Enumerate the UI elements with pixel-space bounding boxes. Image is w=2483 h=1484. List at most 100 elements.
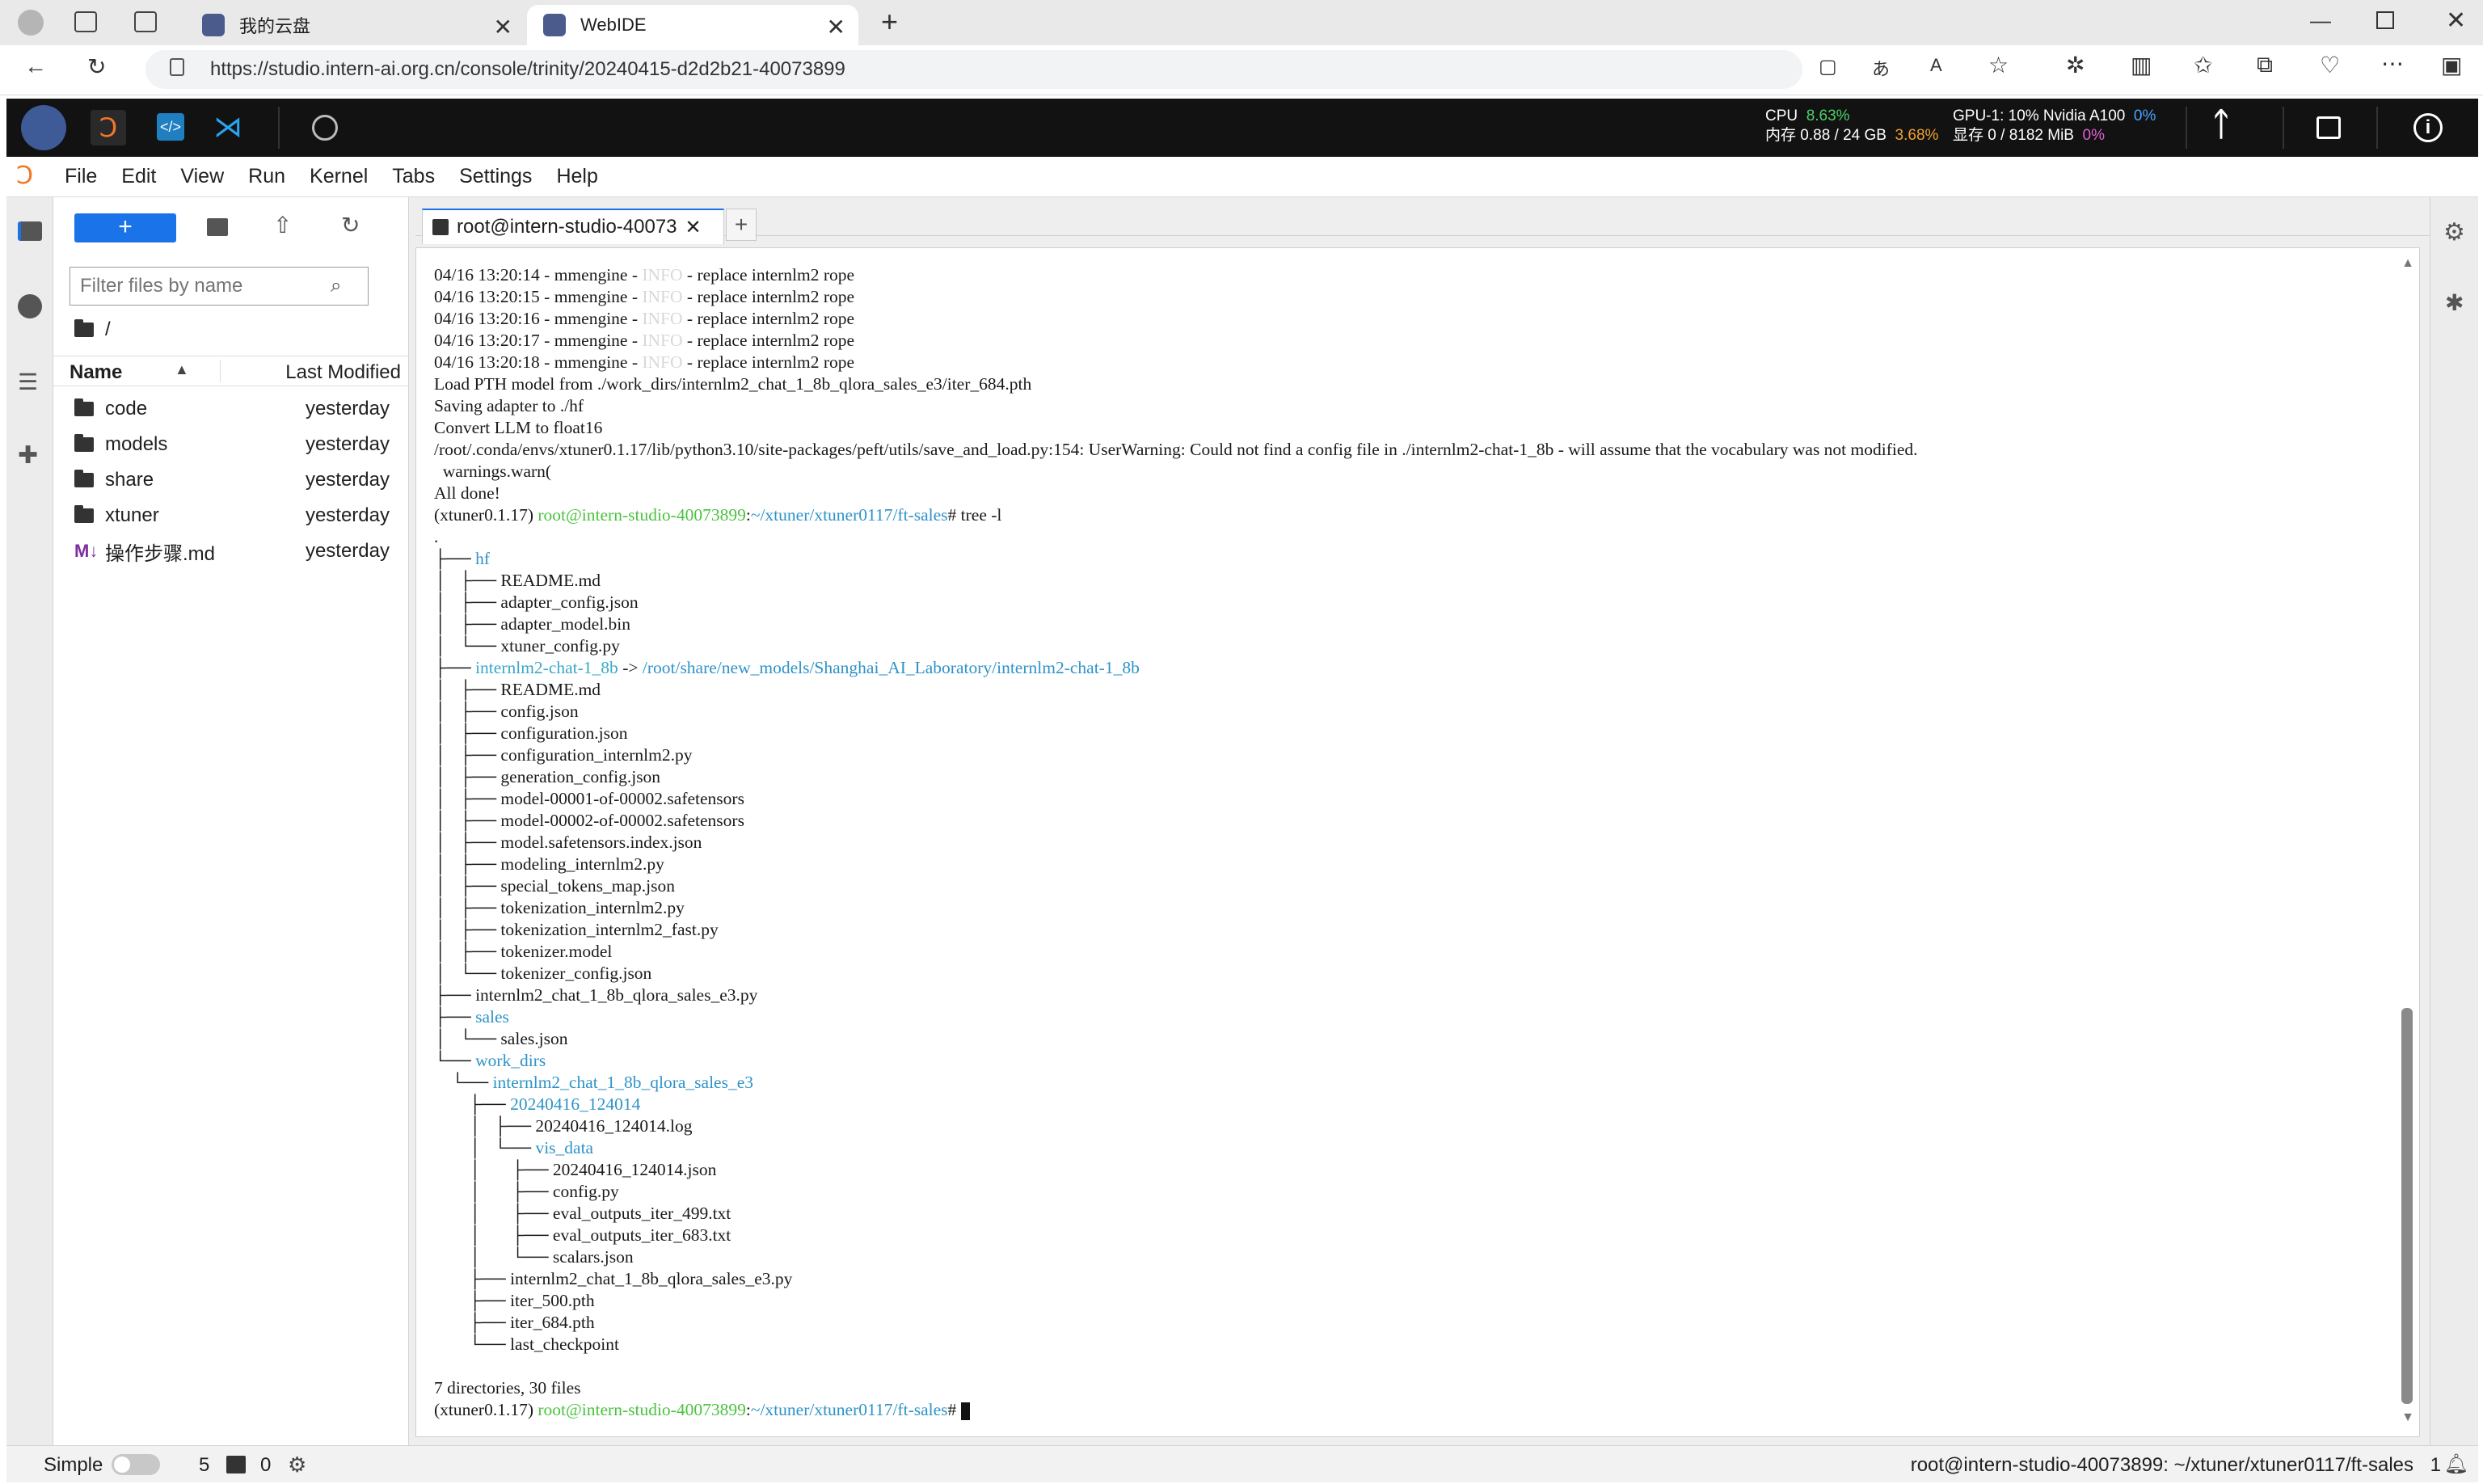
new-tab-button[interactable]: + (881, 5, 898, 39)
tensorflow-icon[interactable]: ᛏ (2211, 107, 2231, 143)
refresh-icon[interactable]: ↻ (341, 212, 360, 238)
scroll-up-icon[interactable]: ▲ (2401, 256, 2414, 271)
terminal-text-segment: ~/xtuner/xtuner0117/ft-sales (750, 505, 948, 525)
menu-help[interactable]: Help (556, 165, 597, 188)
terminal-line: │ ├── 20240416_124014.json (434, 1159, 1918, 1181)
terminal-text-segment: root@intern-studio-40073899 (537, 1400, 746, 1419)
terminal-text-segment: hf (475, 549, 490, 568)
collections-icon[interactable]: ⧉ (2257, 52, 2273, 78)
terminal-text-segment: - replace internlm2 rope (682, 331, 855, 350)
translate-icon[interactable]: あ (1872, 55, 1890, 81)
menu-edit[interactable]: Edit (121, 165, 156, 188)
folder-icon[interactable] (74, 319, 94, 337)
sidebar-toggle-icon[interactable]: ▣ (2441, 52, 2462, 78)
more-icon[interactable]: ⋯ (2381, 50, 2404, 77)
close-tab-icon[interactable]: ✕ (494, 14, 512, 40)
tab-actions-icon[interactable] (134, 11, 157, 32)
file-name: share (105, 469, 154, 491)
notification-bell-icon[interactable]: 🔔︎ (2444, 1452, 2468, 1476)
browser-essentials-icon[interactable]: ♡ (2320, 52, 2340, 78)
simple-mode-toggle[interactable] (112, 1454, 160, 1475)
file-item-code[interactable]: code yesterday (74, 393, 398, 425)
menu-settings[interactable]: Settings (459, 165, 532, 188)
back-icon[interactable]: ← (24, 53, 47, 79)
code-server-icon[interactable]: </> (157, 113, 184, 141)
favorite-star-icon[interactable]: ☆ (1988, 52, 2009, 78)
profile-icon[interactable] (18, 10, 44, 36)
filter-files-box[interactable]: ⌕ (70, 267, 369, 306)
property-inspector-icon[interactable]: ⚙ (2443, 218, 2465, 247)
sort-ascending-icon[interactable]: ▲ (175, 361, 189, 378)
tab-terminal[interactable]: root@intern-studio-40073 ✕ (422, 209, 724, 244)
browser-tab-cloud-drive[interactable]: 我的云盘 ✕ (186, 5, 525, 45)
terminal-text-segment: INFO (642, 352, 683, 372)
extensions-icon[interactable]: ✲ (2066, 52, 2085, 78)
terminal-line: │ ├── adapter_model.bin (434, 613, 1918, 635)
minimize-window-icon[interactable]: — (2310, 8, 2331, 33)
scroll-down-icon[interactable]: ▼ (2401, 1410, 2414, 1425)
restore-window-icon[interactable] (2376, 11, 2394, 29)
browser-tab-webide[interactable]: WebIDE ✕ (527, 5, 858, 45)
breadcrumb: / (74, 318, 111, 341)
folder-icon (74, 434, 94, 452)
menu-view[interactable]: View (180, 165, 224, 188)
menu-kernel[interactable]: Kernel (310, 165, 368, 188)
extensions-puzzle-icon[interactable]: ✚ (18, 441, 38, 470)
file-item-share[interactable]: share yesterday (74, 464, 398, 496)
terminal-line: (xtuner0.1.17) root@intern-studio-400738… (434, 504, 1918, 526)
cpu-label: CPU (1765, 108, 1798, 124)
compass-icon[interactable] (312, 115, 338, 141)
monitor-icon[interactable] (2316, 116, 2341, 139)
upload-icon[interactable]: ⇧ (273, 212, 292, 238)
favorites-icon[interactable]: ✩ (2194, 52, 2212, 78)
terminal-line: │ └── tokenizer_config.json (434, 963, 1918, 984)
running-sessions-icon[interactable] (18, 294, 42, 318)
right-activity-bar: ⚙ ✱ (2430, 197, 2478, 1445)
split-screen-icon[interactable]: ▥ (2131, 52, 2152, 78)
terminal-line: │ ├── eval_outputs_iter_683.txt (434, 1225, 1918, 1246)
new-folder-icon[interactable] (207, 218, 228, 236)
file-item-models[interactable]: models yesterday (74, 428, 398, 461)
terminal-count[interactable]: 5 (199, 1454, 209, 1477)
debugger-icon[interactable]: ✱ (2445, 289, 2464, 316)
notification-count[interactable]: 1 (2430, 1454, 2441, 1477)
vram-value: 0 / 8182 MiB (1988, 127, 2074, 144)
lock-icon (170, 58, 184, 76)
column-name[interactable]: Name (70, 361, 122, 384)
info-icon[interactable]: i (2413, 113, 2443, 142)
menu-run[interactable]: Run (248, 165, 285, 188)
breadcrumb-path[interactable]: / (105, 318, 111, 341)
file-browser-icon[interactable] (18, 221, 42, 241)
table-of-contents-icon[interactable]: ☰ (18, 369, 38, 395)
file-item-markdown[interactable]: M↓ 操作步骤.md yesterday (74, 535, 398, 567)
new-launcher-button[interactable]: + (74, 213, 176, 242)
scrollbar-thumb[interactable] (2401, 1008, 2413, 1404)
close-window-icon[interactable]: ✕ (2446, 6, 2466, 35)
workspaces-icon[interactable] (74, 11, 97, 32)
terminal-output[interactable]: 04/16 13:20:14 - mmengine - INFO - repla… (415, 247, 2420, 1437)
kernel-status-icon[interactable]: ⚙ (288, 1452, 306, 1478)
terminal-line: ├── sales (434, 1006, 1918, 1028)
menu-file[interactable]: File (65, 165, 97, 188)
terminal-text-segment: │ ├── generation_config.json (434, 767, 661, 786)
cpu-value: 8.63% (1806, 108, 1850, 124)
reload-icon[interactable]: ↻ (87, 53, 106, 80)
vscode-icon[interactable]: ⋊ (213, 110, 242, 144)
close-tab-icon[interactable]: ✕ (827, 14, 845, 40)
address-bar[interactable]: https://studio.intern-ai.org.cn/console/… (145, 50, 1802, 89)
column-last-modified[interactable]: Last Modified (285, 361, 401, 384)
jupyterlab-icon[interactable]: Ↄ (91, 110, 126, 145)
close-tab-icon[interactable]: ✕ (685, 216, 702, 239)
filter-files-input[interactable] (80, 275, 331, 297)
kernel-count[interactable]: 0 (260, 1454, 271, 1477)
read-aloud-icon[interactable]: A (1930, 55, 1942, 76)
file-item-xtuner[interactable]: xtuner yesterday (74, 500, 398, 532)
reader-icon[interactable]: ▢ (1819, 55, 1837, 78)
terminal-status-icon[interactable] (226, 1456, 246, 1473)
new-tab-button[interactable]: + (726, 209, 757, 241)
file-name: xtuner (105, 504, 159, 526)
terminal-line: │ ├── config.json (434, 701, 1918, 723)
terminal-line: │ ├── tokenization_internlm2_fast.py (434, 919, 1918, 941)
menu-tabs[interactable]: Tabs (392, 165, 435, 188)
